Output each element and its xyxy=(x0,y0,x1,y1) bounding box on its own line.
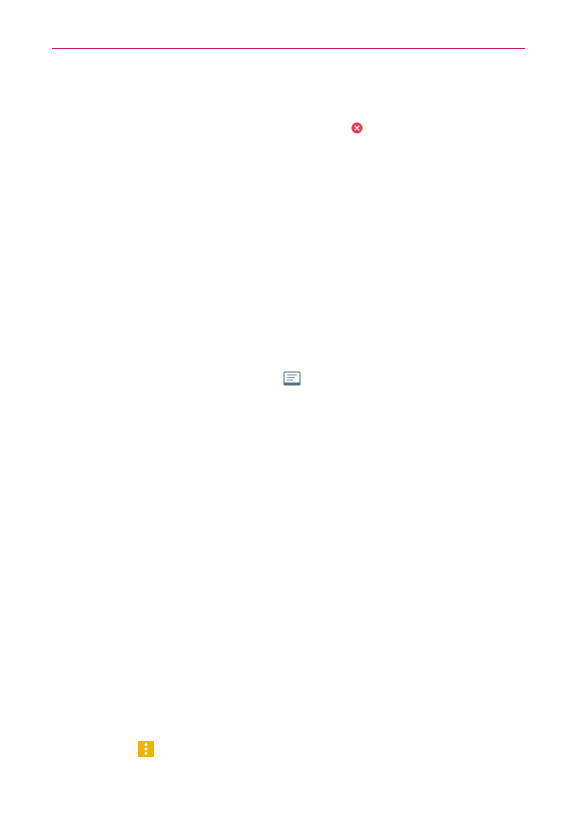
header-rule xyxy=(52,48,525,49)
more-options-icon xyxy=(138,741,154,757)
remove-icon xyxy=(351,121,363,134)
message-icon xyxy=(283,370,301,388)
